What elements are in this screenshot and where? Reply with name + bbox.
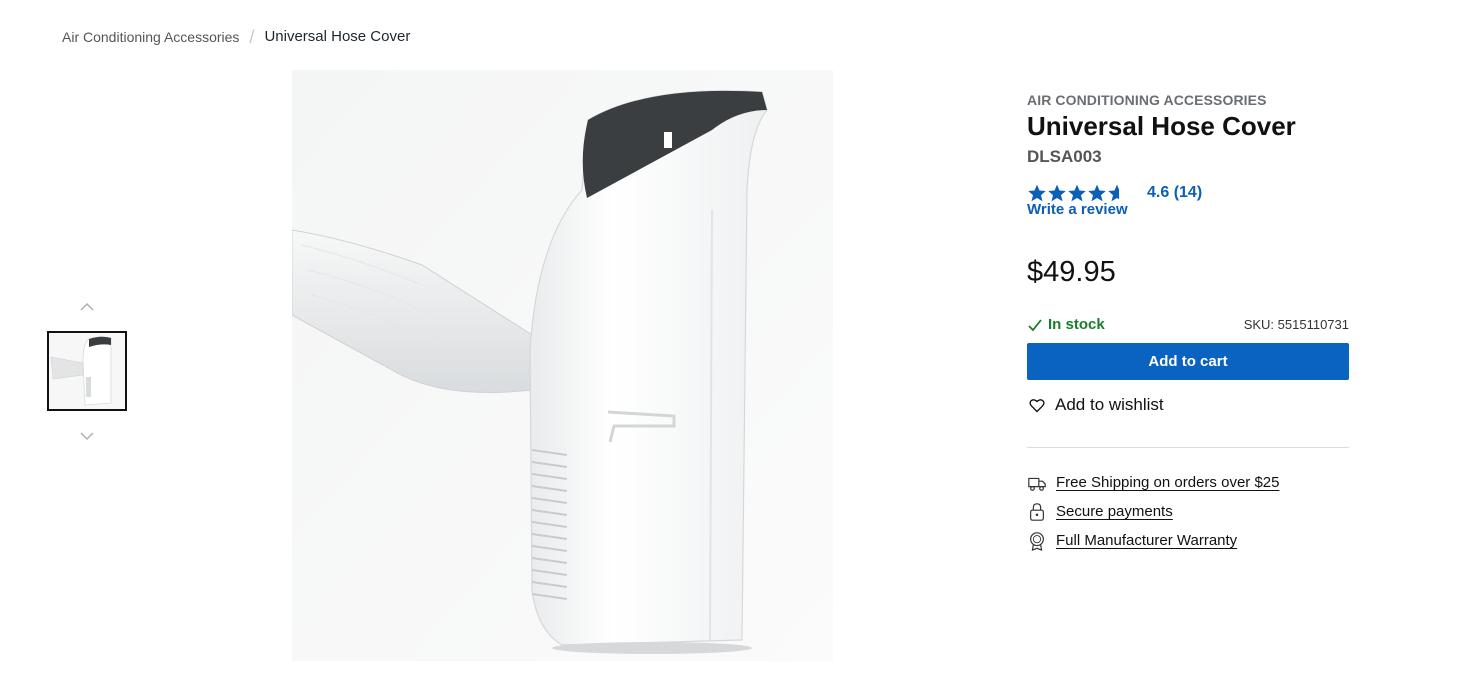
portable-air-conditioner-image [292,70,833,661]
rating-stars [1027,183,1127,203]
divider [1027,447,1349,448]
breadcrumb-link-category[interactable]: Air Conditioning Accessories [62,29,239,45]
product-title: Universal Hose Cover [1027,111,1296,141]
perks-list: Free Shipping on orders over $25 Secure … [1027,468,1349,555]
add-to-wishlist-button[interactable]: Add to wishlist [1027,395,1349,415]
gallery-down-button[interactable] [79,429,95,441]
product-main-image [292,70,833,661]
product-price: $49.95 [1027,256,1116,288]
chevron-down-icon [80,432,94,441]
lock-icon [1030,502,1044,521]
star-full-icon [1048,184,1066,202]
breadcrumb: Air Conditioning Accessories / Universal… [62,26,411,47]
add-to-wishlist-label: Add to wishlist [1055,395,1164,414]
star-partial-icon [1108,184,1120,202]
heart-icon [1029,398,1045,412]
checkmark-icon [1028,318,1042,331]
breadcrumb-current: Universal Hose Cover [264,28,411,45]
warranty-link[interactable]: Full Manufacturer Warranty [1056,532,1237,549]
product-info-panel: AIR CONDITIONING ACCESSORIES Universal H… [1027,90,1349,555]
breadcrumb-separator: / [249,26,255,47]
gallery-up-button[interactable] [79,300,95,312]
award-badge-icon [1030,531,1044,551]
add-to-cart-button[interactable]: Add to cart [1027,343,1349,380]
rating-value-count[interactable]: 4.6 (14) [1147,184,1202,202]
gallery-thumbnail[interactable] [47,331,127,411]
stock-status: In stock [1027,316,1105,333]
write-review-link[interactable]: Write a review [1027,201,1349,218]
secure-payments-link[interactable]: Secure payments [1056,503,1173,520]
perk-secure-payments: Secure payments [1027,497,1349,526]
stock-row: In stock SKU: 5515110731 [1027,316,1349,333]
product-model-number: DLSA003 [1027,147,1102,166]
truck-icon [1028,477,1046,491]
stock-status-label: In stock [1048,316,1105,333]
product-category: AIR CONDITIONING ACCESSORIES [1027,92,1267,108]
star-full-icon [1088,184,1106,202]
perk-free-shipping: Free Shipping on orders over $25 [1027,468,1349,497]
perk-warranty: Full Manufacturer Warranty [1027,526,1349,555]
chevron-up-icon [80,302,94,311]
product-sku: SKU: 5515110731 [1243,317,1349,332]
star-full-icon [1028,184,1046,202]
product-thumbnail-image [49,333,125,409]
star-full-icon [1068,184,1086,202]
free-shipping-link[interactable]: Free Shipping on orders over $25 [1056,474,1279,491]
